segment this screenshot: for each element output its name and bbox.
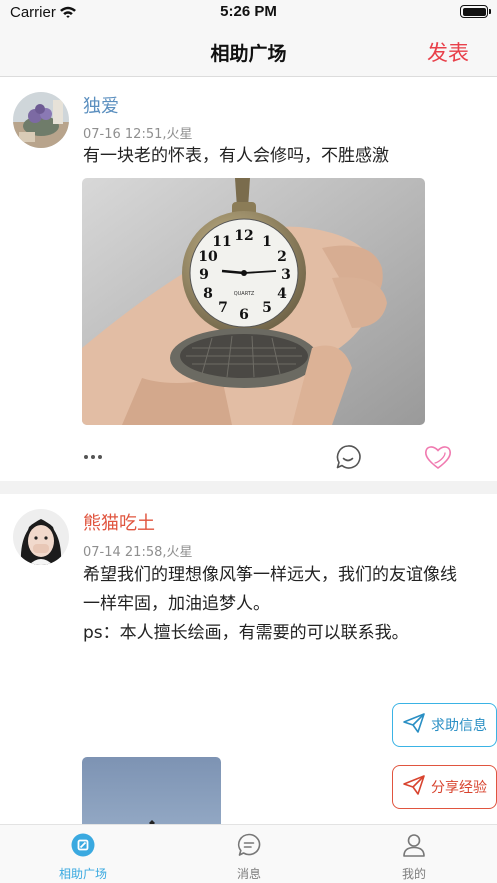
share-experience-button[interactable]: 分享经验 [392,765,497,809]
status-time: 5:26 PM [220,3,277,20]
tab-label: 我的 [401,867,426,881]
post-text: 有一块老的怀表，有人会修吗，不胜感激 [83,146,389,166]
comment-icon[interactable] [334,443,362,475]
post-image[interactable]: 12 1 2 3 4 5 6 7 8 9 10 11 QUARTZ [82,178,425,425]
user-avatar[interactable] [13,92,69,148]
user-avatar[interactable] [13,509,69,565]
svg-text:4: 4 [277,286,287,302]
tab-label: 消息 [236,867,261,881]
publish-button[interactable]: 发表 [427,37,469,67]
tab-messages[interactable]: 消息 [166,825,332,883]
tab-label: 相助广场 [58,867,107,881]
svg-text:1: 1 [262,234,272,250]
paper-plane-icon [402,774,426,800]
chat-icon [166,832,332,858]
help-info-button[interactable]: 求助信息 [392,703,497,747]
help-info-label: 求助信息 [431,718,487,734]
svg-text:2: 2 [277,249,287,265]
svg-text:8: 8 [203,286,213,302]
tab-bar: 相助广场 消息 我的 [0,824,497,883]
svg-text:7: 7 [218,300,228,316]
more-options-icon[interactable] [84,455,102,459]
svg-text:11: 11 [212,234,231,250]
svg-text:9: 9 [199,267,209,283]
svg-text:5: 5 [262,300,272,316]
paper-plane-icon [402,712,426,738]
post-divider [0,481,497,494]
share-experience-label: 分享经验 [431,780,487,796]
user-name[interactable]: 独爱 [83,92,119,118]
svg-text:6: 6 [239,307,249,323]
svg-text:3: 3 [281,267,291,283]
post-time: 07-14 21:58,火星 [83,545,193,560]
heart-icon[interactable] [423,443,453,475]
post-actions [0,443,497,473]
post-card: 独爱 07-16 12:51,火星 有一块老的怀表，有人会修吗，不胜感激 12 … [0,78,497,481]
battery-icon [460,5,491,18]
status-bar: Carrier 5:26 PM [0,0,497,26]
svg-text:12: 12 [234,228,253,244]
user-name[interactable]: 熊猫吃土 [83,509,155,535]
person-icon [331,832,497,858]
svg-text:10: 10 [198,249,218,265]
post-time: 07-16 12:51,火星 [83,127,193,142]
tab-profile[interactable]: 我的 [331,825,497,883]
svg-text:QUARTZ: QUARTZ [234,291,255,297]
compass-icon [0,832,166,858]
post-image[interactable] [82,757,221,824]
page-title: 相助广场 [210,43,287,65]
post-text: 希望我们的理想像风筝一样远大，我们的友谊像线一样牢固，加油追梦人。 ps：本人擅… [83,565,457,643]
tab-square[interactable]: 相助广场 [0,825,166,883]
navigation-bar: 相助广场 发表 [0,26,497,77]
